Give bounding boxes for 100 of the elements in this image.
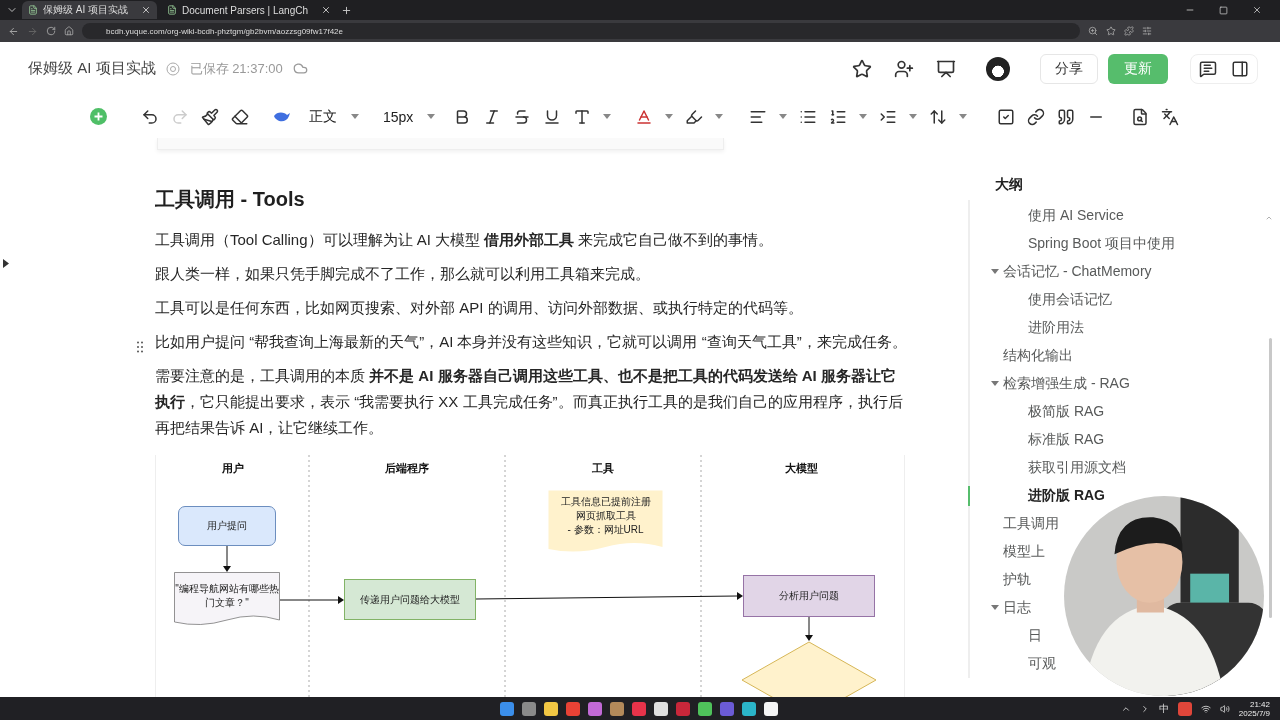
format-painter-icon[interactable] [201, 107, 219, 126]
outline-title: 大纲 [995, 176, 1024, 194]
expand-icon[interactable] [3, 259, 9, 268]
clock-time[interactable]: 21:42 [1249, 699, 1270, 709]
outline-item[interactable]: 使用 AI Service [970, 202, 1124, 230]
font-color-icon[interactable] [635, 107, 654, 126]
undo-icon[interactable] [141, 107, 159, 126]
browser-icon[interactable] [566, 701, 580, 716]
settings-icon[interactable] [1142, 26, 1152, 36]
outline-item[interactable]: 模型上 [970, 538, 1045, 566]
caret-icon[interactable] [991, 605, 999, 611]
outline-item[interactable]: 工具调用 [970, 510, 1059, 538]
outline-item[interactable]: 获取引用源文档 [970, 454, 1126, 482]
back-icon[interactable] [8, 25, 19, 37]
outline-item[interactable]: 进阶版 RAG [970, 482, 1105, 510]
outline-item[interactable]: 护轨 [970, 566, 1031, 594]
share-button[interactable]: 分享 [1040, 53, 1098, 84]
style-select[interactable]: 正文 [309, 107, 359, 126]
app-icon[interactable] [764, 701, 778, 716]
start-icon[interactable] [500, 701, 514, 716]
caret-icon[interactable] [715, 114, 724, 119]
translate-icon[interactable] [1161, 107, 1180, 126]
outline-item[interactable]: 日志 [970, 594, 1031, 622]
volume-icon[interactable] [1219, 703, 1230, 714]
add-user-icon[interactable] [894, 58, 914, 79]
scrollbar[interactable] [1269, 338, 1272, 618]
drag-handle-icon[interactable] [137, 341, 143, 354]
app-icon[interactable] [742, 701, 756, 716]
user-question-node: 用户提问 [178, 506, 276, 547]
outline-item[interactable]: 可观 [970, 650, 1056, 678]
caret-icon[interactable] [351, 114, 359, 119]
arrow [805, 616, 813, 642]
outline-item[interactable]: 结构化输出 [970, 342, 1073, 370]
wifi-icon[interactable] [1200, 703, 1211, 714]
caret-icon[interactable] [859, 114, 868, 119]
lane-header: 大模型 [783, 461, 819, 477]
caret-icon[interactable] [665, 114, 674, 119]
zoom-icon[interactable] [1088, 26, 1098, 36]
line-spacing-icon[interactable] [929, 107, 948, 126]
lane-header: 用户 [220, 461, 245, 477]
clock-date[interactable]: 2025/7/9 [1238, 708, 1270, 718]
close-icon[interactable] [1252, 5, 1262, 15]
presentation-icon[interactable] [936, 58, 956, 79]
section-heading: 工具调用 - Tools [155, 187, 306, 213]
close-icon[interactable] [321, 5, 331, 15]
save-status: 已保存 21:37:00 [189, 59, 283, 78]
highlight-icon[interactable] [685, 107, 704, 126]
bookmark-icon[interactable] [1106, 26, 1116, 36]
paragraph: 跟人类一样，如果只凭手脚完成不了工作，那么就可以利用工具箱来完成。 [155, 264, 651, 285]
outline-item[interactable]: 标准版 RAG [970, 426, 1105, 454]
reload-icon[interactable] [46, 26, 56, 36]
document-title[interactable]: 保姆级 AI 项目实战 [28, 59, 156, 78]
outline-item[interactable]: 使用会话记忆 [970, 286, 1112, 314]
maximize-icon[interactable] [1219, 5, 1228, 15]
browser-tab[interactable]: 保姆级 AI 项目实战 [22, 1, 157, 19]
avatar[interactable] [986, 56, 1010, 81]
arrow [223, 545, 231, 573]
outline-item[interactable]: 极简版 RAG [970, 398, 1105, 426]
strikethrough-icon[interactable] [513, 107, 532, 126]
extension-icon[interactable] [1124, 26, 1134, 36]
outline-item[interactable]: 检索增强生成 - RAG [970, 370, 1130, 398]
arrow [279, 596, 344, 605]
process-node: 传递用户问题给大模型 [344, 579, 476, 621]
input-method[interactable]: 中 [1158, 701, 1169, 716]
comment-icon[interactable] [1199, 59, 1217, 78]
caret-icon[interactable] [991, 381, 999, 387]
browser-tab[interactable]: Document Parsers | LangCh [161, 1, 337, 19]
paragraph: 工具调用（Tool Calling）可以理解为让 AI 大模型 借用外部工具 来完成它自己做不到的事情。 [155, 230, 775, 251]
folder-icon[interactable] [544, 701, 558, 716]
text-size-icon[interactable] [573, 107, 592, 126]
checkbox-icon[interactable] [997, 107, 1016, 126]
new-tab-icon[interactable] [341, 4, 352, 16]
link-icon[interactable] [1027, 107, 1046, 126]
close-icon[interactable] [141, 5, 151, 15]
caret-icon[interactable] [603, 114, 612, 119]
eraser-icon[interactable] [231, 107, 249, 126]
outline-item[interactable]: 日 [970, 622, 1042, 650]
underline-icon[interactable] [543, 107, 562, 126]
chat-icon[interactable] [698, 701, 712, 716]
home-icon[interactable] [64, 26, 74, 36]
paragraph: 需要注意的是，工具调用的本质 并不是 AI 服务器自己调用这些工具、也不是把工具的代码发送给 AI 服务器让它执行，它只能提出要求，表示 “我需要执行 XX 工具完成任务”。而真正执行工具的是我们自己的应用程序，执行后再把结果告诉 AI，让它继续工作。 [155, 366, 904, 439]
task-view-icon[interactable] [522, 701, 536, 716]
caret-icon[interactable] [909, 114, 918, 119]
sidebar-icon[interactable] [1231, 59, 1249, 78]
caret-icon[interactable] [779, 114, 788, 119]
outline-item[interactable]: 会话记忆 - ChatMemory [970, 258, 1152, 286]
caret-icon[interactable] [959, 114, 968, 119]
address-field[interactable]: bcdh.yuque.com/org-wiki-bcdh-phztgm/gb2bvm/aozzsg09fw17f42e [82, 23, 1080, 39]
star-icon[interactable] [852, 58, 872, 79]
outline-item[interactable]: 进阶用法 [970, 314, 1084, 342]
caret-icon[interactable] [427, 114, 436, 119]
font-size-select[interactable]: 15px [383, 108, 436, 125]
page-icon [28, 5, 38, 15]
status-icon [165, 61, 180, 76]
find-icon[interactable] [1131, 107, 1150, 126]
caret-icon[interactable] [991, 269, 999, 275]
lane-header: 工具 [591, 461, 615, 477]
quote-icon[interactable] [1057, 107, 1076, 126]
numbered-list-icon[interactable] [829, 107, 848, 126]
outline-item[interactable]: Spring Boot 项目中使用 [970, 230, 1176, 258]
